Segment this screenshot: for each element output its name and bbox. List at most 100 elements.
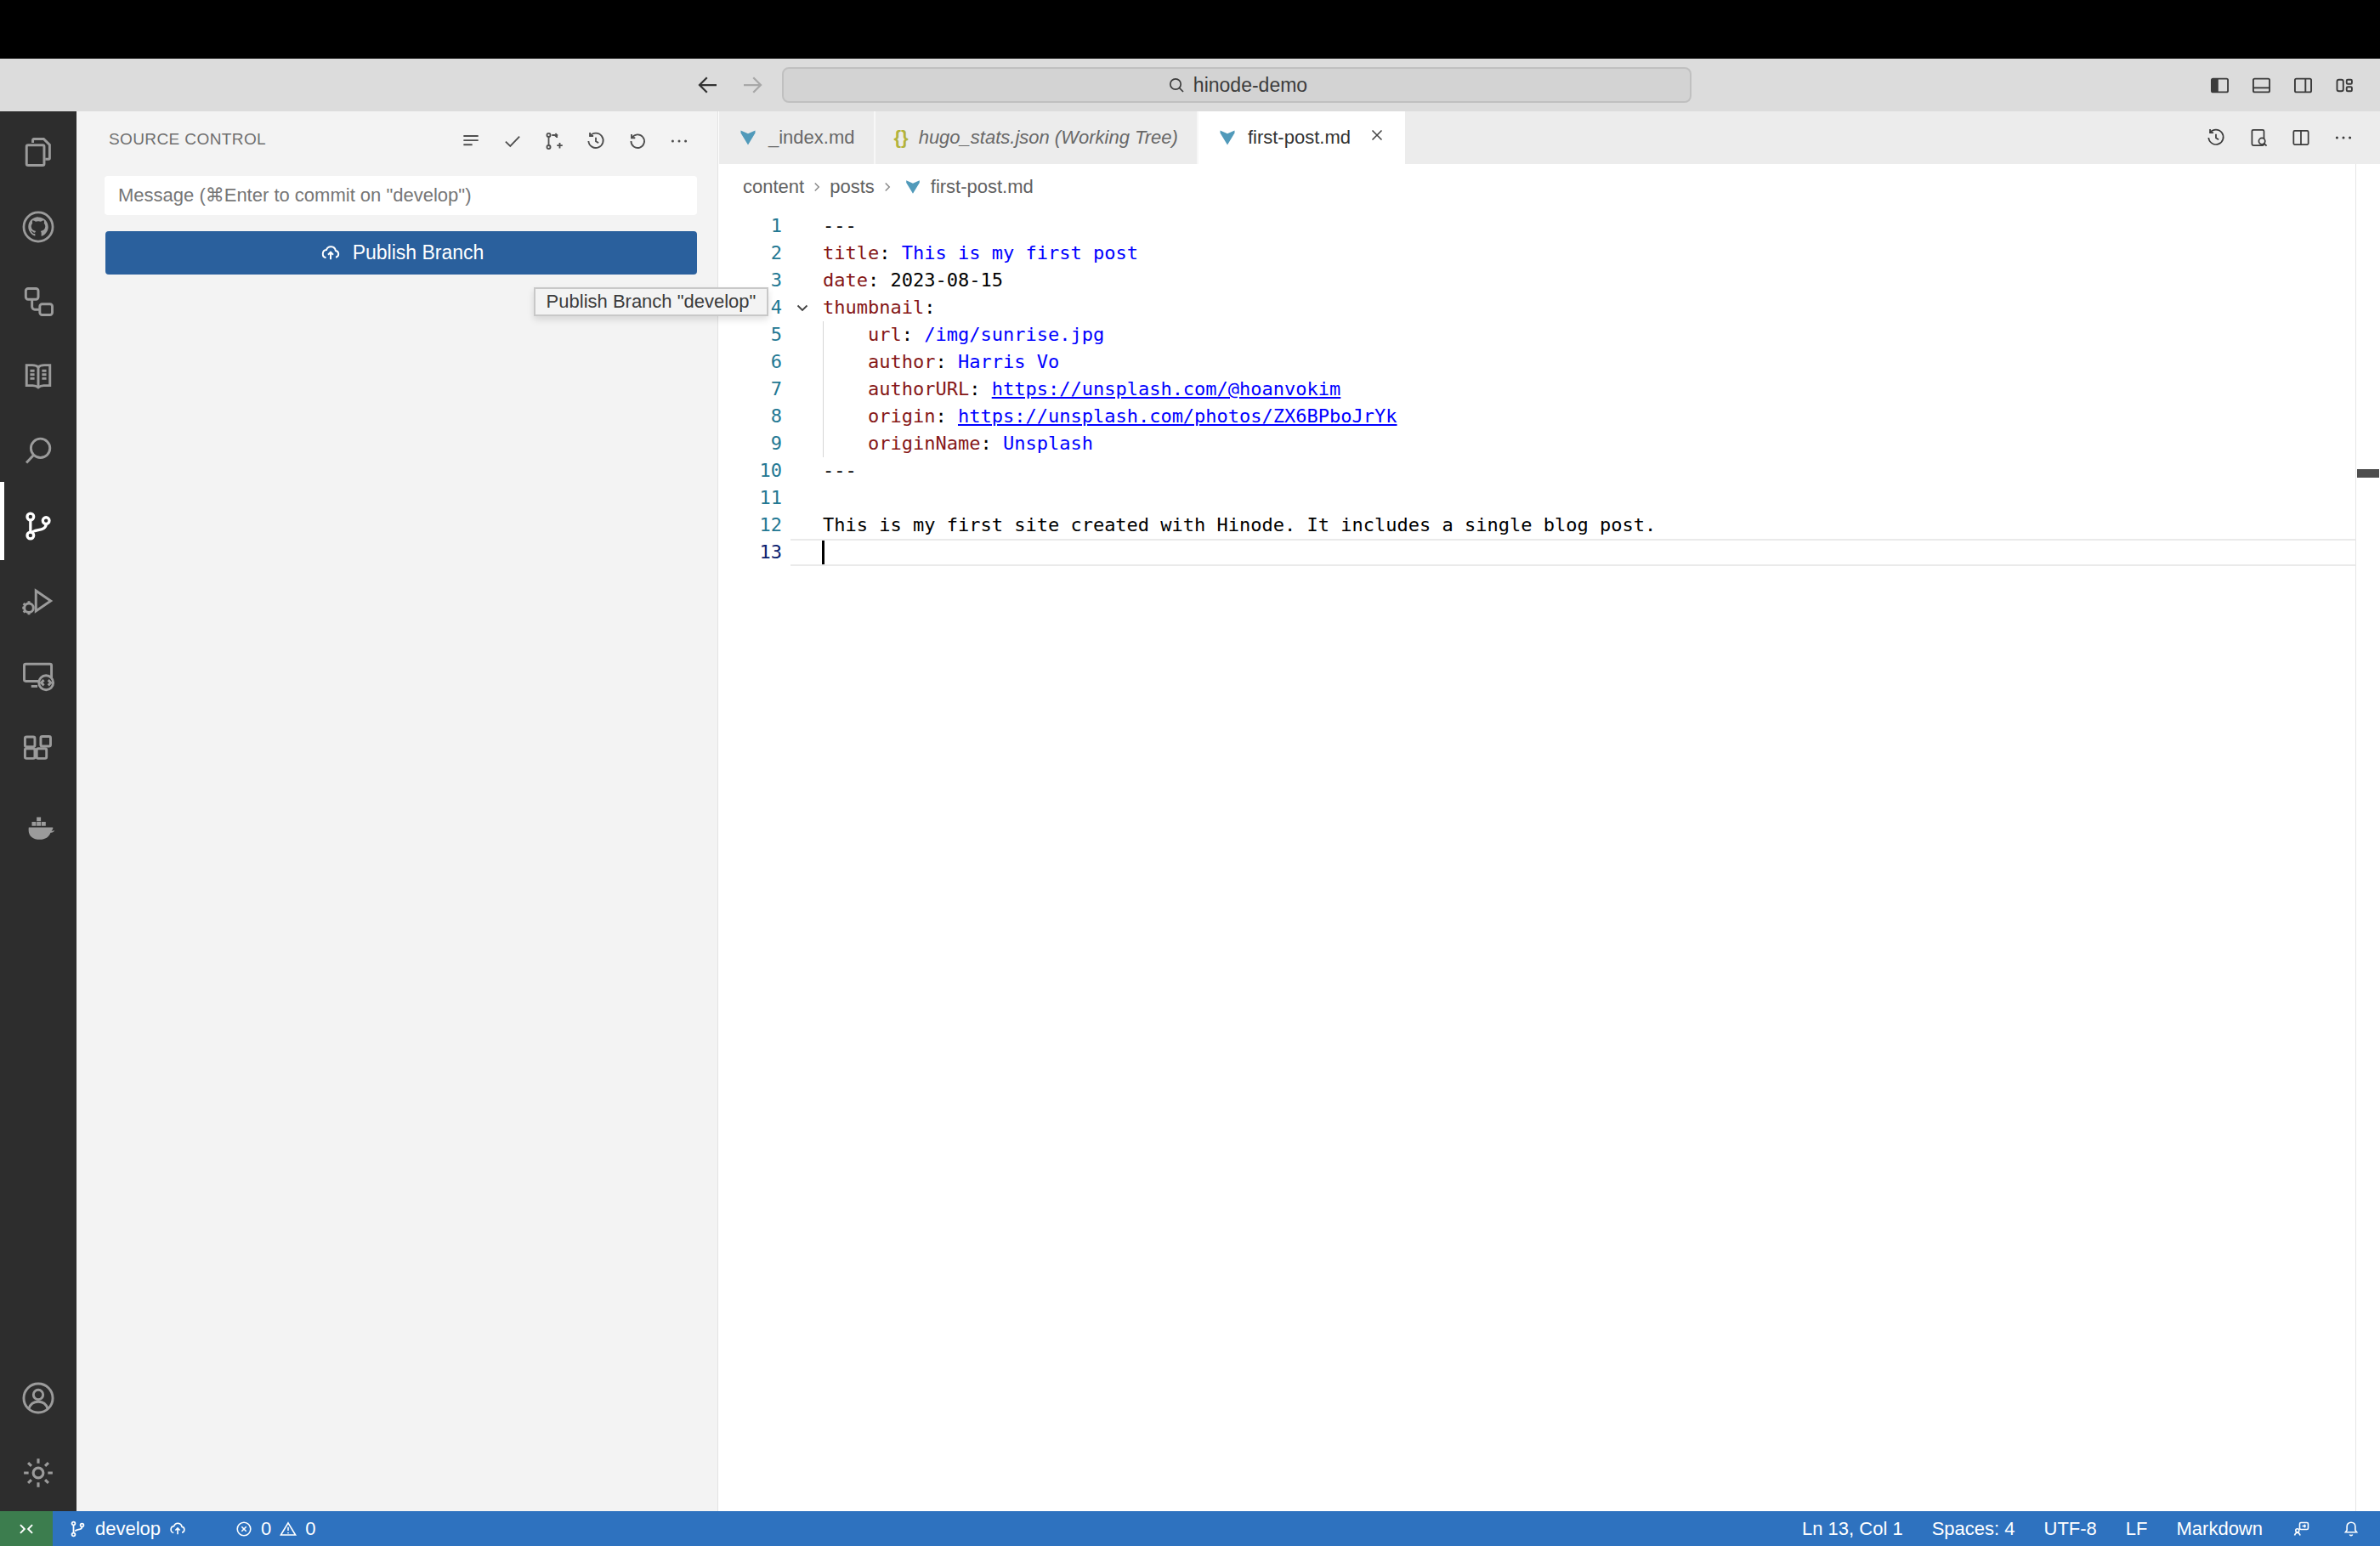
editor-more-actions-icon[interactable] (2332, 127, 2354, 149)
settings-gear-icon[interactable] (20, 1454, 57, 1492)
breadcrumb-item[interactable]: first-post.md (931, 176, 1034, 198)
refresh-icon[interactable] (626, 130, 649, 152)
code-line[interactable]: authorURL: https://unsplash.com/@hoanvok… (790, 376, 2356, 403)
indentation-item[interactable]: Spaces: 4 (1932, 1518, 2015, 1540)
line-number: 6 (719, 348, 782, 376)
code-line[interactable] (790, 484, 2356, 512)
publish-branch-label: Publish Branch (353, 241, 484, 264)
editor-area: _index.md {} hugo_stats.json (Working Tr… (719, 111, 2380, 1511)
breadcrumb-item[interactable]: posts (830, 176, 875, 198)
tab-hugo-stats-json[interactable]: {} hugo_stats.json (Working Tree) (876, 111, 1198, 164)
problems-status-item[interactable]: 0 0 (234, 1518, 316, 1540)
commit-check-icon[interactable] (502, 130, 524, 152)
tab-first-post-md[interactable]: first-post.md (1198, 111, 1405, 164)
line-numbers-gutter: 12345678910111213 (719, 212, 782, 566)
extensions-icon[interactable] (20, 732, 57, 769)
markdown-file-icon (904, 177, 922, 197)
active-view-indicator (0, 482, 4, 560)
search-icon (1166, 75, 1187, 95)
overview-ruler-cursor-mark (2357, 469, 2379, 478)
remote-explorer-icon[interactable] (20, 657, 57, 694)
code-line[interactable]: origin: https://unsplash.com/photos/ZX6B… (790, 403, 2356, 430)
code-line[interactable]: originName: Unsplash (790, 430, 2356, 457)
branch-name: develop (95, 1518, 161, 1540)
explorer-icon[interactable] (20, 133, 57, 171)
code-line[interactable]: This is my first site created with Hinod… (790, 512, 2356, 539)
fold-chevron-icon[interactable] (792, 294, 813, 321)
view-as-list-icon[interactable] (460, 130, 482, 152)
overview-ruler-border (2355, 164, 2356, 1511)
command-center-search[interactable]: hinode-demo (782, 67, 1692, 103)
commit-message-input[interactable]: Message (⌘Enter to commit on "develop") (105, 176, 697, 215)
encoding-item[interactable]: UTF-8 (2044, 1518, 2097, 1540)
line-number: 10 (719, 457, 782, 484)
create-branch-icon[interactable] (543, 130, 565, 152)
more-actions-icon[interactable] (668, 130, 690, 152)
notifications-bell-icon[interactable] (2341, 1519, 2361, 1539)
open-changes-icon[interactable] (2247, 127, 2270, 149)
chevron-right-icon (880, 179, 895, 195)
code-line[interactable]: date: 2023-08-15 (790, 267, 2356, 294)
title-bar: hinode-demo (0, 59, 2380, 111)
source-control-icon[interactable] (20, 507, 57, 545)
line-number: 13 (719, 539, 782, 566)
code-line[interactable]: author: Harris Vo (790, 348, 2356, 376)
git-branch-icon (68, 1519, 88, 1539)
code-line[interactable]: url: /img/sunrise.jpg (790, 321, 2356, 348)
back-arrow-icon[interactable] (695, 72, 721, 98)
account-icon[interactable] (20, 1379, 57, 1417)
code-line[interactable]: title: This is my first post (790, 240, 2356, 267)
source-control-sidebar: SOURCE CONTROL Message (⌘Enter to commit… (76, 111, 718, 1511)
search-view-icon[interactable] (20, 433, 57, 470)
code-line[interactable]: --- (790, 212, 2356, 240)
timeline-history-icon[interactable] (2205, 127, 2227, 149)
remote-indicator[interactable] (0, 1511, 53, 1546)
chevron-right-icon (809, 179, 824, 195)
menu-bar-strip (0, 0, 2380, 59)
status-bar: develop 0 0 Ln 13, Col 1 Spaces: 4 UTF-8… (0, 1511, 2380, 1546)
split-editor-icon[interactable] (2290, 127, 2312, 149)
code-line[interactable]: --- (790, 457, 2356, 484)
publish-branch-tooltip: Publish Branch "develop" (534, 287, 768, 316)
publish-branch-button[interactable]: Publish Branch (105, 231, 697, 275)
publish-cloud-icon (167, 1519, 188, 1539)
text-cursor (822, 541, 824, 564)
code-content[interactable]: ---title: This is my first postdate: 202… (790, 212, 2356, 566)
toggle-secondary-sidebar-icon[interactable] (2292, 74, 2315, 97)
forward-arrow-icon[interactable] (740, 72, 765, 98)
markdown-file-icon (1217, 127, 1238, 149)
warning-icon (278, 1519, 298, 1539)
indent-guide (823, 321, 824, 457)
docker-icon[interactable] (20, 807, 57, 844)
line-number: 12 (719, 512, 782, 539)
breadcrumb-item[interactable]: content (743, 176, 804, 198)
code-line[interactable]: thumbnail: (790, 294, 2356, 321)
hierarchy-icon[interactable] (20, 283, 57, 320)
toggle-panel-icon[interactable] (2250, 74, 2273, 97)
language-mode-item[interactable]: Markdown (2177, 1518, 2263, 1540)
markdown-file-icon (738, 127, 758, 149)
activity-bar (0, 111, 76, 1511)
feedback-icon[interactable] (2292, 1519, 2312, 1539)
close-tab-icon[interactable] (1368, 126, 1386, 150)
tab-index-md[interactable]: _index.md (719, 111, 876, 164)
eol-item[interactable]: LF (2126, 1518, 2148, 1540)
line-number: 7 (719, 376, 782, 403)
customize-layout-icon[interactable] (2333, 74, 2356, 97)
cursor-position-item[interactable]: Ln 13, Col 1 (1802, 1518, 1903, 1540)
command-center-label: hinode-demo (1193, 74, 1307, 97)
line-number: 9 (719, 430, 782, 457)
github-icon[interactable] (20, 208, 57, 246)
remote-icon (15, 1518, 37, 1540)
book-icon[interactable] (20, 358, 57, 395)
line-number: 11 (719, 484, 782, 512)
error-count: 0 (261, 1518, 271, 1540)
toggle-primary-sidebar-icon[interactable] (2208, 74, 2231, 97)
history-icon[interactable] (585, 130, 607, 152)
error-icon (234, 1519, 254, 1539)
vscode-window: hinode-demo (0, 0, 2380, 1546)
branch-status-item[interactable]: develop (68, 1518, 188, 1540)
run-debug-icon[interactable] (20, 582, 57, 620)
code-line[interactable] (790, 539, 2356, 566)
warning-count: 0 (305, 1518, 315, 1540)
